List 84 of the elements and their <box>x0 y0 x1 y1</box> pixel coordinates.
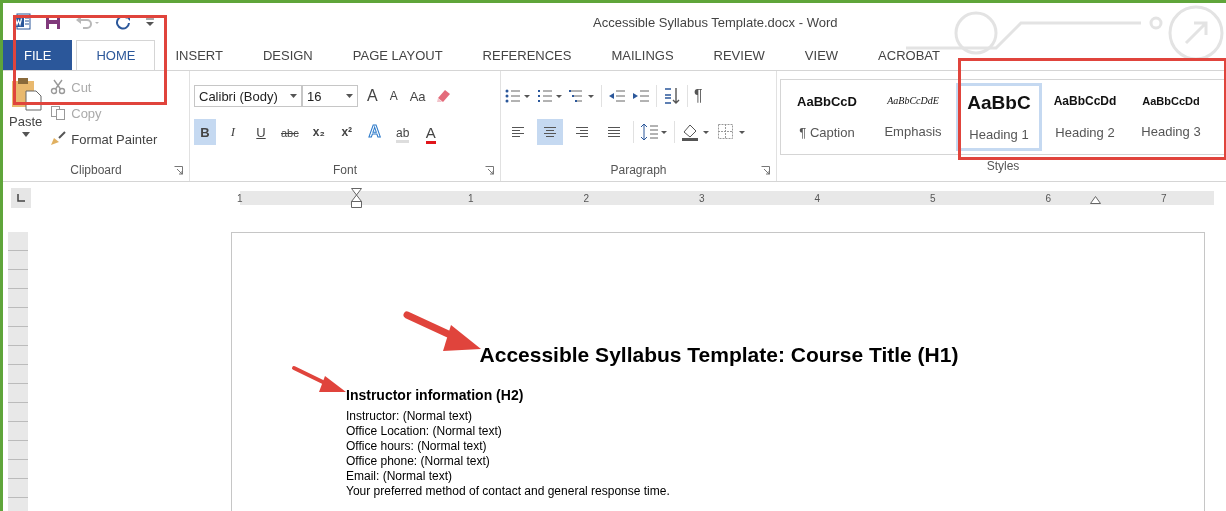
dialog-launcher-icon[interactable] <box>174 166 183 175</box>
group-label: Paragraph <box>610 163 667 177</box>
show-formatting-button[interactable]: ¶ <box>694 87 703 105</box>
ruler-number: 4 <box>814 192 821 204</box>
font-name-field[interactable]: Calibri (Body) <box>194 85 302 107</box>
clipboard-icon <box>9 77 42 111</box>
align-button[interactable] <box>537 119 563 145</box>
align-lines-icon <box>511 126 525 138</box>
dialog-launcher-icon[interactable] <box>485 166 494 175</box>
numbered-list-icon[interactable] <box>537 88 563 104</box>
font-size-tool-button[interactable]: A <box>386 89 401 103</box>
font-size-field[interactable]: 16 <box>302 85 358 107</box>
paintbrush-icon <box>50 131 67 147</box>
format-button[interactable]: I <box>222 119 244 145</box>
ribbon-tab[interactable]: VIEW <box>784 40 859 70</box>
paste-button[interactable]: Paste <box>7 77 45 147</box>
annotation-arrow <box>291 365 347 395</box>
body-text-line: Office phone: (Normal text) <box>346 454 491 469</box>
style-item[interactable]: AaBbC Heading 1 <box>956 83 1042 151</box>
ribbon-tab[interactable]: ACROBAT <box>858 40 960 70</box>
style-item[interactable]: AaBbCcD ¶ Caption <box>784 83 870 151</box>
document-title: Accessible Syllabus Template: Course Title (H1) <box>478 343 960 367</box>
align-lines-icon <box>575 126 589 138</box>
format-button[interactable]: B <box>194 119 216 145</box>
indent-marker-icon[interactable] <box>351 188 362 208</box>
ribbon-tab[interactable]: INSERT <box>155 40 243 70</box>
caret-icon <box>346 94 353 98</box>
dialog-launcher-icon[interactable] <box>761 166 770 175</box>
eraser-icon[interactable] <box>434 88 451 104</box>
shading-icon[interactable] <box>681 123 711 141</box>
font-size-tool-button[interactable]: A <box>364 87 381 105</box>
ribbon-tab[interactable]: FILE <box>3 40 73 70</box>
group-label: Clipboard <box>70 163 122 177</box>
body-text-line: Office hours: (Normal text) <box>346 439 488 454</box>
section-heading: Instructor information (H2) <box>346 387 525 403</box>
body-text-line: Email: (Normal text) <box>346 469 453 484</box>
ruler-number: 2 <box>583 192 590 204</box>
body-text-line: Instructor: (Normal text) <box>346 409 474 424</box>
customize-caret-icon[interactable] <box>145 15 155 28</box>
multilevel-list-icon[interactable] <box>569 88 595 104</box>
sort-icon[interactable] <box>663 87 681 105</box>
format-button[interactable]: A <box>419 119 442 145</box>
ruler-number: 7 <box>1161 192 1167 204</box>
ribbon-tab[interactable]: MAILINGS <box>591 40 694 70</box>
format-painter-button[interactable]: Format Painter <box>50 129 158 149</box>
ruler-number: 5 <box>930 192 936 204</box>
font-size-tool-button[interactable]: Aa <box>406 88 429 104</box>
borders-icon[interactable] <box>717 123 747 141</box>
right-indent-marker-icon[interactable] <box>1090 196 1101 204</box>
window-title: Accessible Syllabus Template.docx - Word <box>593 15 838 30</box>
ribbon-tab[interactable]: REFERENCES <box>462 40 592 70</box>
style-item[interactable]: AaBbCcDd Heading 2 <box>1042 83 1128 151</box>
copy-icon <box>50 105 67 121</box>
ribbon-tab[interactable]: HOME <box>76 40 156 70</box>
decrease-indent-icon[interactable] <box>608 88 626 104</box>
style-item[interactable]: AaBbCcDdE Emphasis <box>870 83 956 151</box>
scissors-icon <box>50 79 67 95</box>
ribbon-tab[interactable]: REVIEW <box>693 40 785 70</box>
ruler-number: 1 <box>468 192 474 204</box>
group-label: Styles <box>986 159 1020 173</box>
group-label: Font <box>333 163 357 177</box>
format-button[interactable]: x² <box>335 119 358 145</box>
format-button[interactable]: abc <box>278 119 302 145</box>
format-button[interactable]: A <box>363 119 386 145</box>
format-button[interactable]: x₂ <box>307 119 330 145</box>
tab-selector-button[interactable] <box>11 188 31 208</box>
line-spacing-icon[interactable] <box>640 123 668 141</box>
body-text-line: Your preferred method of contact and general response time. <box>346 484 671 499</box>
ruler-number: 3 <box>699 192 705 204</box>
align-lines-icon <box>607 126 621 138</box>
align-lines-icon <box>543 126 557 138</box>
ruler-number: 6 <box>1045 192 1052 204</box>
ribbon-tab[interactable]: PAGE LAYOUT <box>332 40 463 70</box>
left-tab-stop-icon <box>17 194 25 202</box>
caret-icon <box>21 132 30 137</box>
body-text-line: Office Location: (Normal text) <box>346 424 503 439</box>
format-button[interactable]: ab <box>391 119 414 145</box>
caret-icon <box>290 94 297 98</box>
format-button[interactable]: U <box>250 119 272 145</box>
ribbon-tab[interactable]: DESIGN <box>242 40 333 70</box>
style-item[interactable]: AaBbCcDd Heading 3 <box>1128 83 1214 151</box>
bullet-list-icon[interactable] <box>505 88 531 104</box>
increase-indent-icon[interactable] <box>632 88 650 104</box>
ruler-number: 1 <box>237 192 243 204</box>
